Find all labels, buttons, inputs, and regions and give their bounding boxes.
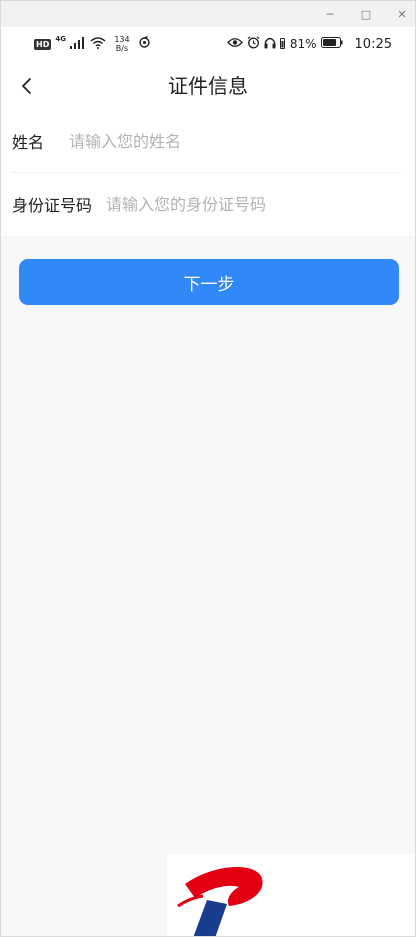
id-number-input[interactable] — [106, 189, 387, 219]
network-speed: 134 B/s — [112, 35, 132, 53]
alarm-icon — [247, 36, 260, 52]
window-controls-bar: ─ □ ✕ — [1, 1, 415, 27]
eye-icon — [226, 37, 243, 51]
name-input[interactable] — [69, 126, 370, 156]
next-button[interactable]: 下一步 — [19, 259, 399, 305]
headphones-icon — [264, 36, 276, 52]
speed-value: 134 — [114, 35, 130, 44]
id-form: 姓名 身份证号码 — [1, 110, 415, 236]
maximize-icon[interactable]: □ — [357, 5, 375, 23]
logo-mark-icon — [177, 866, 263, 936]
battery-percent: 81% — [289, 37, 317, 51]
phone-battery-icon — [279, 37, 285, 52]
status-bar: HD 4G 134 B/s 81% 10:25 — [1, 27, 415, 62]
battery-icon — [320, 37, 343, 51]
id-number-row: 身份证号码 — [1, 173, 415, 235]
close-icon[interactable]: ✕ — [393, 5, 411, 23]
name-label: 姓名 — [12, 133, 45, 152]
minimize-icon[interactable]: ─ — [321, 5, 339, 23]
hd-badge: HD — [34, 38, 52, 50]
id-number-label: 身份证号码 — [12, 196, 93, 215]
page-title: 证件信息 — [168, 74, 248, 98]
network-type: 4G — [55, 35, 66, 43]
name-row: 姓名 — [1, 110, 415, 172]
brand-logo — [167, 854, 415, 936]
app-frame: ─ □ ✕ HD 4G 134 B/s 81% 10:25 证件信息 姓名 请输… — [0, 0, 416, 937]
signal-icon — [69, 36, 86, 52]
speed-unit: B/s — [115, 44, 129, 53]
sync-icon — [138, 35, 151, 52]
clock: 10:25 — [354, 36, 392, 52]
wifi-icon — [90, 36, 106, 52]
page-header: 证件信息 — [1, 62, 415, 110]
chevron-left-icon[interactable] — [13, 72, 41, 100]
